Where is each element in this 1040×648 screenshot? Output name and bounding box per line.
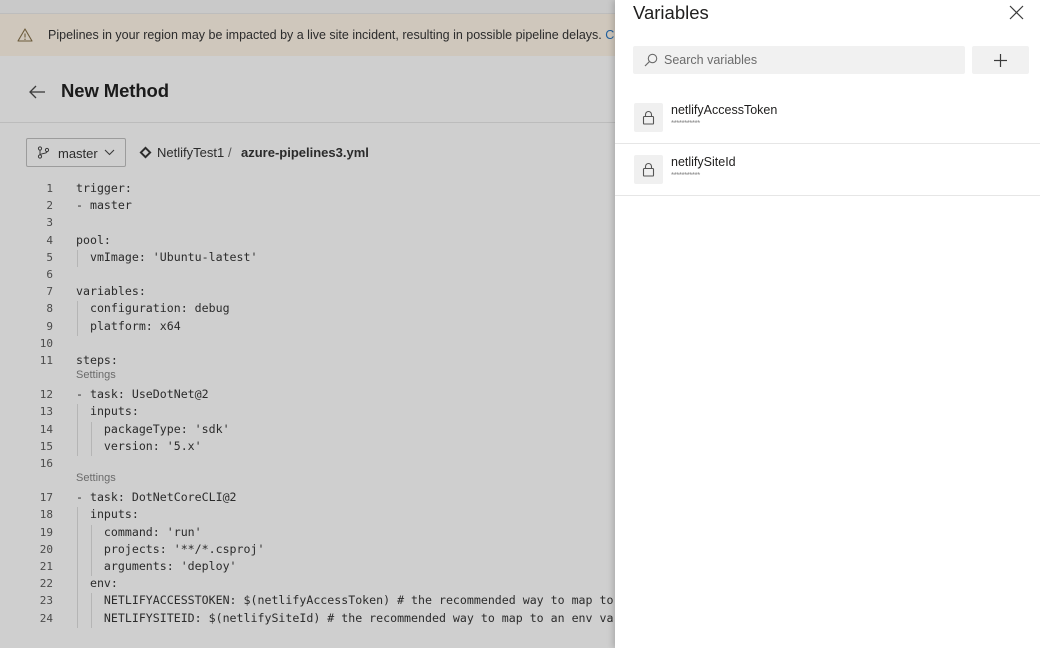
- plus-icon: [994, 54, 1007, 67]
- indent-guide: [77, 301, 78, 319]
- panel-title: Variables: [633, 2, 709, 23]
- code-line: variables:: [76, 284, 146, 299]
- variable-name: netlifyAccessToken: [671, 103, 778, 117]
- line-number: 9: [46, 319, 53, 333]
- git-branch-icon: [37, 146, 50, 159]
- line-number: 8: [46, 302, 53, 316]
- code-line: NETLIFYSITEID: $(netlifySiteId) # the re…: [76, 610, 615, 625]
- indent-guide: [91, 421, 92, 439]
- variable-secret-value: ***********: [671, 119, 700, 128]
- indent-guide: [77, 541, 78, 559]
- branch-selector[interactable]: master: [26, 138, 126, 167]
- code-line: trigger:: [76, 181, 132, 195]
- variable-row[interactable]: netlifySiteId ***********: [615, 144, 1040, 196]
- indent-guide: [77, 593, 78, 611]
- line-number: 21: [39, 560, 53, 573]
- variables-panel: Variables netlifyAccessToken ***********: [615, 0, 1040, 648]
- line-number: 19: [39, 525, 53, 539]
- line-number: 16: [39, 457, 53, 470]
- code-line: projects: '**/*.csproj': [76, 541, 265, 556]
- add-variable-button[interactable]: [972, 46, 1029, 74]
- variable-row[interactable]: netlifyAccessToken ***********: [615, 92, 1040, 144]
- chevron-down-icon: [104, 149, 115, 156]
- settings-codelens[interactable]: Settings: [76, 472, 116, 484]
- line-number: 12: [39, 388, 53, 402]
- indent-guide: [77, 249, 78, 267]
- lock-badge: [634, 155, 663, 184]
- line-number: 4: [46, 233, 53, 247]
- line-number: 3: [46, 216, 53, 230]
- code-line: arguments: 'deploy': [76, 559, 237, 573]
- code-line: command: 'run': [76, 524, 202, 539]
- banner-link[interactable]: C: [605, 28, 614, 42]
- line-number: 1: [46, 182, 53, 195]
- code-line: vmImage: 'Ubuntu-latest': [76, 249, 258, 264]
- code-line: configuration: debug: [76, 301, 230, 316]
- search-variables: [633, 46, 965, 74]
- code-line: pool:: [76, 232, 111, 247]
- line-number: 20: [39, 542, 53, 556]
- code-line: steps:: [76, 353, 118, 367]
- indent-guide: [91, 524, 92, 542]
- settings-codelens[interactable]: Settings: [76, 369, 116, 381]
- indent-guide: [91, 593, 92, 611]
- search-input[interactable]: [664, 50, 954, 70]
- code-line: packageType: 'sdk': [76, 421, 230, 436]
- lock-badge: [634, 103, 663, 132]
- indent-guide: [77, 610, 78, 628]
- indent-guide: [77, 438, 78, 456]
- code-line: platform: x64: [76, 318, 181, 333]
- indent-guide: [91, 438, 92, 456]
- indent-guide: [77, 576, 78, 594]
- code-line: inputs:: [76, 507, 139, 522]
- lock-icon: [642, 163, 655, 177]
- code-line: inputs:: [76, 404, 139, 419]
- indent-guide: [77, 404, 78, 422]
- code-line: NETLIFYACCESSTOKEN: $(netlifyAccessToken…: [76, 593, 614, 608]
- search-icon: [644, 53, 658, 67]
- indent-guide: [91, 541, 92, 559]
- repo-icon: [139, 146, 152, 159]
- line-number: 24: [39, 611, 53, 625]
- indent-guide: [77, 524, 78, 542]
- repository-link[interactable]: NetlifyTest1: [157, 145, 224, 160]
- branch-label: master: [58, 146, 98, 161]
- code-line: - task: UseDotNet@2: [76, 387, 209, 402]
- line-number: 2: [46, 199, 53, 213]
- line-number: 6: [46, 268, 53, 281]
- close-icon[interactable]: [1009, 5, 1024, 20]
- line-number: 13: [39, 405, 53, 419]
- warning-icon: [17, 28, 33, 42]
- code-line: - task: DotNetCoreCLI@2: [76, 490, 237, 505]
- indent-guide: [91, 610, 92, 628]
- path-separator: /: [228, 145, 232, 160]
- indent-guide: [77, 507, 78, 525]
- indent-guide: [77, 421, 78, 439]
- code-line: - master: [76, 198, 132, 213]
- line-number: 10: [39, 336, 53, 350]
- code-line: version: '5.x': [76, 438, 202, 453]
- line-number: 14: [39, 422, 53, 436]
- code-line: env:: [76, 576, 118, 591]
- indent-guide: [77, 559, 78, 577]
- variable-name: netlifySiteId: [671, 155, 736, 169]
- yaml-editor[interactable]: 1 trigger: 2 - master 3 4 pool: 5 vmImage: 'Ubu…: [0, 178, 615, 648]
- file-name[interactable]: azure-pipelines3.yml: [241, 145, 369, 160]
- back-arrow-icon[interactable]: [28, 84, 46, 100]
- lock-icon: [642, 111, 655, 125]
- line-number: 18: [39, 508, 53, 522]
- line-number: 17: [39, 491, 53, 505]
- line-number: 7: [46, 285, 53, 299]
- line-number: 22: [39, 577, 53, 591]
- indent-guide: [77, 318, 78, 336]
- line-number: 23: [39, 594, 53, 608]
- page-title: New Method: [61, 80, 169, 101]
- variable-secret-value: ***********: [671, 171, 700, 180]
- banner-message: Pipelines in your region may be impacted…: [48, 28, 602, 42]
- line-number: 11: [39, 354, 53, 367]
- indent-guide: [91, 559, 92, 577]
- line-number: 15: [39, 439, 53, 453]
- line-number: 5: [46, 250, 53, 264]
